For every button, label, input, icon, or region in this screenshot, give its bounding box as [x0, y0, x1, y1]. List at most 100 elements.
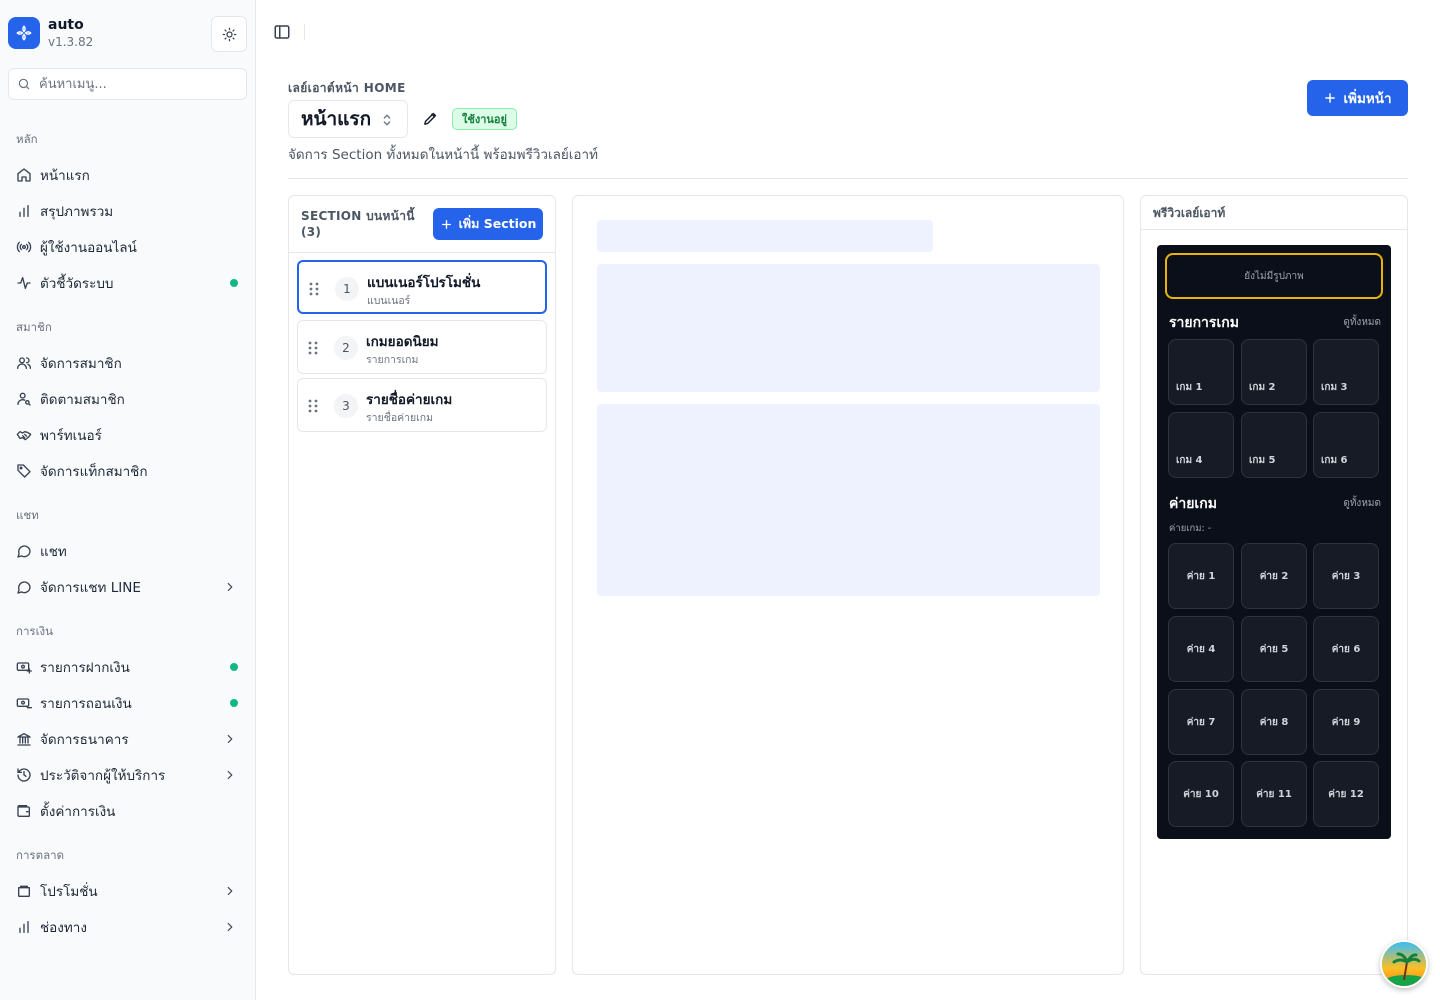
section-item[interactable]: 3 รายชื่อค่ายเกม รายชื่อค่ายเกม: [297, 378, 547, 432]
sidebar-item-partners[interactable]: พาร์ทเนอร์: [8, 419, 248, 451]
sidebar-item-label: รายการฝากเงิน: [40, 660, 130, 676]
sidebar-item-banks[interactable]: จัดการธนาคาร: [8, 723, 248, 755]
chevron-right-icon: [222, 767, 238, 783]
page-eyebrow: เลย์เอาต์หน้า HOME: [288, 81, 406, 95]
provider-tile-label: ค่าย 5: [1259, 643, 1289, 655]
home-icon: [16, 167, 32, 183]
section-item[interactable]: 2 เกมยอดนิยม รายการเกม: [297, 320, 547, 374]
sidebar-item-provider-history[interactable]: ประวัติจากผู้ให้บริการ: [8, 759, 248, 791]
game-tile-label: เกม 5: [1249, 455, 1276, 466]
page-title: หน้าแรก: [301, 108, 372, 130]
status-dot: [230, 663, 238, 671]
loading-skeleton: [597, 404, 1100, 596]
sidebar-item-finance-settings[interactable]: ตั้งค่าการเงิน: [8, 795, 248, 827]
preview-providers-see-all[interactable]: ดูทั้งหมด: [1343, 496, 1381, 511]
nav-group-label: แชท: [16, 508, 39, 522]
sidebar-item-overview[interactable]: สรุปภาพรวม: [8, 195, 248, 227]
preview-provider-tile[interactable]: ค่าย 12: [1313, 761, 1379, 827]
sidebar-item-member-tags[interactable]: จัดการแท็กสมาชิก: [8, 455, 248, 487]
preview-provider-tile[interactable]: ค่าย 10: [1168, 761, 1234, 827]
edit-page-button[interactable]: [420, 108, 440, 128]
add-section-button[interactable]: เพิ่ม Section: [433, 208, 543, 240]
sidebar-item-label: จัดการสมาชิก: [40, 356, 122, 372]
preview-provider-tile[interactable]: ค่าย 7: [1168, 689, 1234, 755]
sidebar-item-label: รายการถอนเงิน: [40, 696, 132, 712]
plus-icon: [1325, 93, 1336, 103]
menu-search[interactable]: [8, 68, 247, 100]
theme-toggle-button[interactable]: [211, 16, 247, 52]
sidebar-item-system-metrics[interactable]: ตัวชี้วัดระบบ: [8, 267, 248, 299]
sidebar-item-line-chat[interactable]: จัดการแชท LINE: [8, 571, 248, 603]
sidebar-item-withdrawals[interactable]: รายการถอนเงิน: [8, 687, 248, 719]
preview-game-tile[interactable]: เกม 2: [1241, 339, 1307, 405]
preview-game-tile[interactable]: เกม 6: [1313, 412, 1379, 478]
sidebar-item-label: ช่องทาง: [40, 920, 87, 936]
plus-icon: [441, 219, 451, 229]
preview-provider-tile[interactable]: ค่าย 9: [1313, 689, 1379, 755]
bar-chart-icon: [16, 203, 32, 219]
sidebar-item-label: พาร์ทเนอร์: [40, 428, 102, 444]
sidebar-item-chat[interactable]: แชท: [8, 535, 248, 567]
sidebar-item-label: แชท: [40, 544, 67, 560]
preview-game-tile[interactable]: เกม 4: [1168, 412, 1234, 478]
preview-game-tile[interactable]: เกม 3: [1313, 339, 1379, 405]
status-badge: ใช้งานอยู่: [452, 108, 517, 130]
preview-provider-tile[interactable]: ค่าย 5: [1241, 616, 1307, 682]
preview-provider-tile[interactable]: ค่าย 3: [1313, 543, 1379, 609]
withdraw-icon: [16, 695, 32, 711]
sidebar-item-online-users[interactable]: ผู้ใช้งานออนไลน์: [8, 231, 248, 263]
deposit-icon: [16, 659, 32, 675]
drag-handle-icon[interactable]: [308, 281, 320, 297]
drag-handle-icon[interactable]: [307, 398, 319, 414]
add-page-button[interactable]: เพิ่มหน้า: [1307, 80, 1408, 116]
preview-games-see-all[interactable]: ดูทั้งหมด: [1343, 315, 1381, 330]
game-tile-label: เกม 6: [1321, 455, 1348, 466]
preview-game-tile[interactable]: เกม 5: [1241, 412, 1307, 478]
game-tile-label: เกม 1: [1176, 382, 1203, 393]
preview-games-title: รายการเกม: [1169, 315, 1239, 331]
preview-provider-tile[interactable]: ค่าย 1: [1168, 543, 1234, 609]
sidebar-item-manage-members[interactable]: จัดการสมาชิก: [8, 347, 248, 379]
sidebar-item-deposits[interactable]: รายการฝากเงิน: [8, 651, 248, 683]
sidebar-item-home[interactable]: หน้าแรก: [8, 159, 248, 191]
preview-title: พรีวิวเลย์เอาท์: [1153, 206, 1226, 220]
sidebar-toggle-button[interactable]: [270, 20, 294, 44]
preview-banner[interactable]: ยังไม่มีรูปภาพ: [1165, 253, 1383, 299]
brand-logo-icon[interactable]: [8, 17, 40, 49]
preview-provider-tile[interactable]: ค่าย 8: [1241, 689, 1307, 755]
page-selector[interactable]: หน้าแรก: [288, 100, 408, 138]
section-number: 1: [335, 277, 359, 301]
brand: auto v1.3.82: [8, 16, 248, 52]
provider-tile-label: ค่าย 11: [1256, 788, 1292, 800]
drag-handle-icon[interactable]: [307, 340, 319, 356]
sidebar-item-channels[interactable]: ช่องทาง: [8, 911, 248, 943]
users-icon: [16, 355, 32, 371]
nav-group-label: การตลาด: [16, 848, 65, 862]
provider-tile-label: ค่าย 2: [1259, 570, 1289, 582]
handshake-icon: [16, 427, 32, 443]
preview-game-tile[interactable]: เกม 1: [1168, 339, 1234, 405]
sidebar-item-label: ติดตามสมาชิก: [40, 392, 125, 408]
section-item[interactable]: 1 แบนเนอร์โปรโมชั่น แบนเนอร์: [297, 260, 547, 314]
chat-icon: [16, 579, 32, 595]
floating-avatar-button[interactable]: [1380, 940, 1428, 988]
preview-provider-tile[interactable]: ค่าย 6: [1313, 616, 1379, 682]
chevron-right-icon: [222, 731, 238, 747]
sidebar-item-promotions[interactable]: โปรโมชั่น: [8, 875, 248, 907]
status-dot: [230, 279, 238, 287]
preview-provider-tile[interactable]: ค่าย 11: [1241, 761, 1307, 827]
preview-provider-tile[interactable]: ค่าย 4: [1168, 616, 1234, 682]
nav-group-label: สมาชิก: [16, 320, 52, 334]
section-number: 3: [334, 394, 358, 418]
header-divider: [304, 24, 305, 40]
header-divider: [288, 178, 1408, 179]
sidebar-item-track-members[interactable]: ติดตามสมาชิก: [8, 383, 248, 415]
bar-chart-icon: [16, 919, 32, 935]
sidebar-item-label: หน้าแรก: [40, 168, 90, 184]
sidebar-item-label: ประวัติจากผู้ให้บริการ: [40, 768, 166, 784]
sections-panel-header: SECTION บนหน้านี้ (3) เพิ่ม Section: [289, 196, 555, 253]
search-input[interactable]: [39, 76, 239, 92]
section-editor-panel: [572, 195, 1124, 975]
island-avatar-icon: [1382, 942, 1426, 986]
preview-provider-tile[interactable]: ค่าย 2: [1241, 543, 1307, 609]
